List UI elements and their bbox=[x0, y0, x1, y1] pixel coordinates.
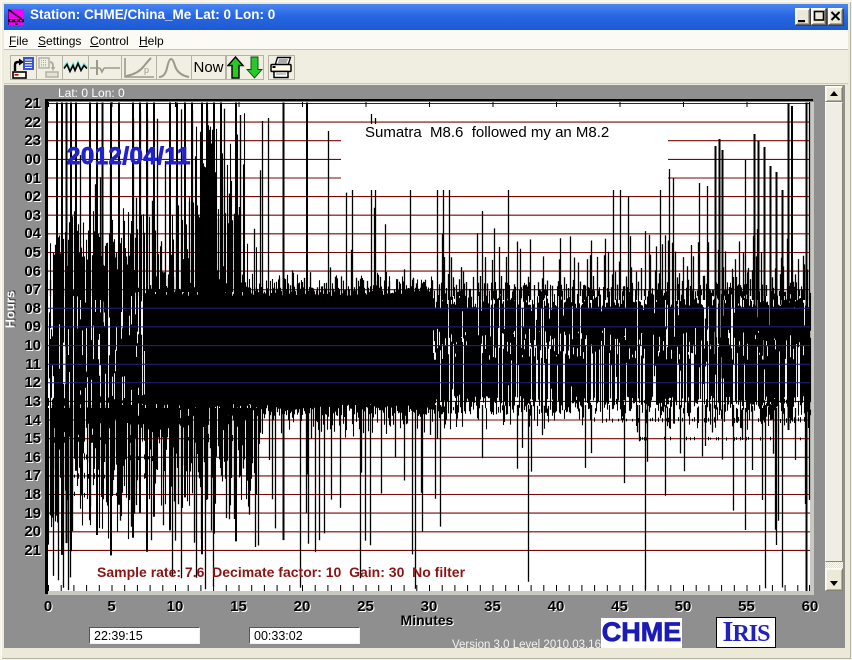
svg-text:p: p bbox=[144, 65, 149, 75]
